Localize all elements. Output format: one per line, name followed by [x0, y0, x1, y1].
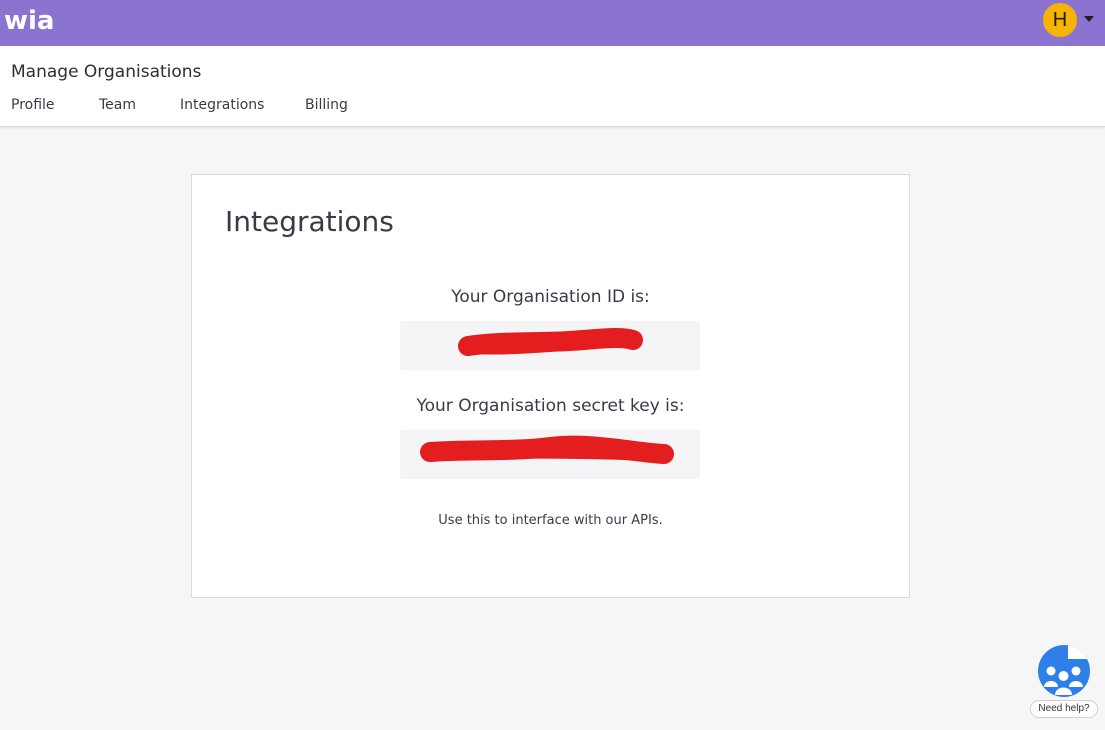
tab-integrations[interactable]: Integrations	[180, 97, 264, 113]
page-header: Manage Organisations Profile Team Integr…	[0, 46, 1105, 127]
tab-billing[interactable]: Billing	[305, 97, 348, 113]
integrations-card: Integrations Your Organisation ID is: Yo…	[191, 174, 910, 598]
wia-logo[interactable]: wia	[4, 6, 54, 36]
top-bar: wia H	[0, 0, 1105, 46]
card-title: Integrations	[225, 205, 394, 238]
tab-profile[interactable]: Profile	[11, 97, 55, 113]
secret-key-label: Your Organisation secret key is:	[416, 396, 685, 416]
user-avatar[interactable]: H	[1043, 3, 1077, 37]
caret-down-icon[interactable]	[1084, 16, 1094, 22]
help-label[interactable]: Need help?	[1030, 700, 1098, 718]
redaction-mark	[458, 328, 643, 356]
redaction-mark	[420, 435, 674, 464]
tab-team[interactable]: Team	[99, 97, 136, 113]
secret-key-field[interactable]	[400, 430, 700, 479]
help-people-icon[interactable]	[1038, 645, 1090, 697]
page-title: Manage Organisations	[11, 62, 202, 82]
org-id-label: Your Organisation ID is:	[451, 287, 650, 307]
help-widget[interactable]: Need help?	[1030, 643, 1100, 721]
api-hint: Use this to interface with our APIs.	[438, 513, 663, 528]
org-id-field[interactable]	[400, 321, 700, 370]
